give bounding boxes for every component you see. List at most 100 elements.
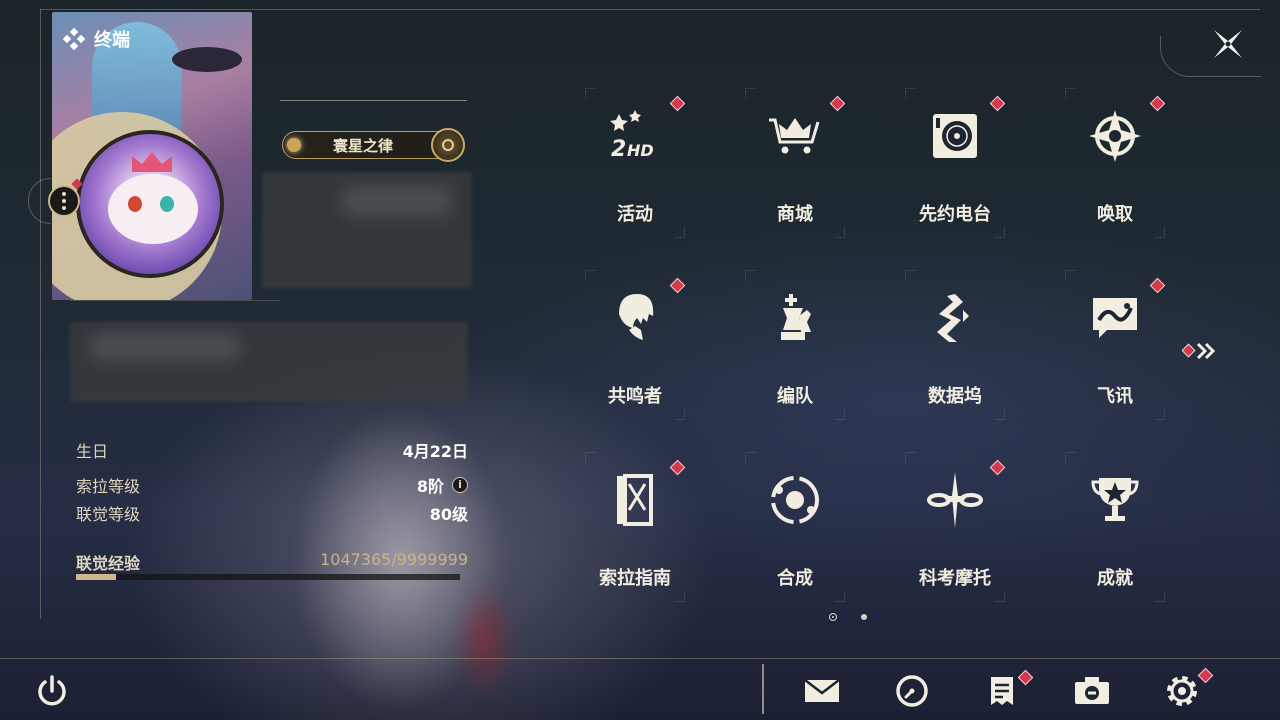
avatar-more-button[interactable]	[48, 185, 80, 217]
sun-icon	[287, 138, 301, 152]
tile-label: 飞讯	[1097, 386, 1133, 407]
power-icon	[38, 675, 66, 706]
tile-synthesis[interactable]: 合成	[745, 452, 845, 602]
tile-label: 编队	[777, 386, 813, 407]
tile-resonators[interactable]: 共鸣者	[585, 270, 686, 420]
tile-achievements[interactable]: 成就	[1065, 452, 1165, 602]
frame-top-line	[40, 9, 1260, 10]
tile-messages[interactable]: 飞讯	[1065, 270, 1166, 420]
tile-corner	[834, 227, 845, 238]
exp-progress-bar	[76, 574, 460, 580]
data-bank-icon	[925, 288, 985, 348]
tile-label: 商城	[777, 204, 813, 225]
notification-badge	[989, 95, 1006, 112]
tile-corner	[585, 270, 596, 281]
mail-icon	[804, 679, 840, 702]
resonator-portrait-icon	[605, 288, 665, 348]
tile-corner	[834, 591, 845, 602]
stat-value: 4月22日	[402, 442, 468, 461]
title-badge[interactable]: 寰星之律	[282, 128, 465, 162]
tile-label: 唤取	[1097, 204, 1133, 225]
orb-icon	[431, 128, 465, 162]
stat-value: 8阶	[416, 477, 444, 496]
motorbike-icon	[925, 470, 985, 530]
tile-corner	[1154, 227, 1165, 238]
tile-corner	[994, 591, 1005, 602]
stat-label: 生日	[76, 442, 109, 461]
avatar[interactable]	[76, 130, 224, 278]
notification-badge	[989, 459, 1006, 476]
tile-shop[interactable]: 商城	[745, 88, 846, 238]
tile-label: 共鸣者	[608, 386, 662, 407]
tile-label: 成就	[1097, 568, 1133, 589]
clock-button[interactable]	[892, 672, 932, 710]
notification-badge	[669, 277, 686, 294]
tile-motorbike[interactable]: 科考摩托	[905, 452, 1006, 602]
redacted-blur	[342, 186, 452, 216]
svg-text:HD: HD	[627, 141, 654, 160]
profile-divider	[70, 300, 280, 301]
power-button[interactable]	[32, 672, 72, 710]
page-indicator	[829, 613, 867, 621]
more-dot	[62, 199, 66, 203]
next-page-button[interactable]	[1181, 340, 1222, 362]
title-badge-label: 寰星之律	[332, 136, 393, 155]
redacted-name-block	[262, 172, 472, 288]
redacted-signature-block	[70, 322, 468, 402]
team-chess-icon	[765, 288, 825, 348]
bottom-separator	[762, 664, 764, 714]
close-button[interactable]	[1208, 24, 1248, 64]
tile-team[interactable]: 编队	[745, 270, 845, 420]
stat-union-level: 联觉等级 80级	[76, 499, 468, 527]
stat-label: 索拉等级	[76, 477, 141, 496]
avatar-eye-right	[160, 196, 174, 212]
mail-button[interactable]	[802, 672, 842, 710]
camera-button[interactable]	[1072, 672, 1112, 710]
convene-compass-icon	[1085, 106, 1145, 166]
tile-data-bank[interactable]: 数据坞	[905, 270, 1005, 420]
tile-corner	[585, 88, 596, 99]
tile-corner	[745, 270, 756, 281]
exp-progress-fill	[76, 574, 117, 580]
card-art-hat	[172, 47, 242, 72]
info-icon[interactable]: i	[452, 477, 468, 493]
close-x-icon	[1214, 30, 1242, 58]
pioneer-radio-icon	[925, 106, 985, 166]
stat-label: 联觉等级	[76, 505, 141, 524]
avatar-face	[108, 174, 198, 244]
exp-label: 联觉经验	[76, 554, 141, 573]
guidebook-icon	[605, 470, 665, 530]
tile-sol-guide[interactable]: 索拉指南	[585, 452, 686, 602]
page-dot-2[interactable]	[861, 614, 867, 620]
tile-corner	[994, 409, 1005, 420]
tile-corner	[1065, 88, 1076, 99]
stat-sol-rank: 索拉等级 8阶 i	[76, 471, 468, 499]
notification-badge	[669, 95, 686, 112]
notes-icon	[991, 677, 1013, 705]
avatar-crown-icon	[132, 152, 172, 172]
tile-events[interactable]: 2 HD 活动	[585, 88, 686, 238]
settings-button[interactable]	[1162, 667, 1214, 710]
tile-pioneer-radio[interactable]: 先约电台	[905, 88, 1006, 238]
avatar-eye-left	[128, 196, 142, 212]
tile-corner	[905, 452, 916, 463]
tile-corner	[745, 88, 756, 99]
background-character-detail	[450, 560, 520, 720]
bottom-bar-line	[0, 658, 1280, 659]
tile-corner	[674, 227, 685, 238]
tile-corner	[585, 452, 596, 463]
synthesis-orbit-icon	[765, 470, 825, 530]
notes-button[interactable]	[982, 669, 1034, 710]
notification-badge	[1017, 669, 1034, 686]
notification-badge	[1149, 277, 1166, 294]
message-bubble-icon	[1085, 288, 1145, 348]
tile-corner	[905, 270, 916, 281]
tile-label: 合成	[777, 568, 813, 589]
clock-icon	[896, 675, 928, 707]
tile-label: 索拉指南	[599, 568, 671, 589]
tile-corner	[994, 227, 1005, 238]
tile-convene[interactable]: 唤取	[1065, 88, 1166, 238]
tile-corner	[834, 409, 845, 420]
event-2hd-icon: 2 HD	[605, 106, 665, 166]
page-dot-1[interactable]	[829, 613, 837, 621]
